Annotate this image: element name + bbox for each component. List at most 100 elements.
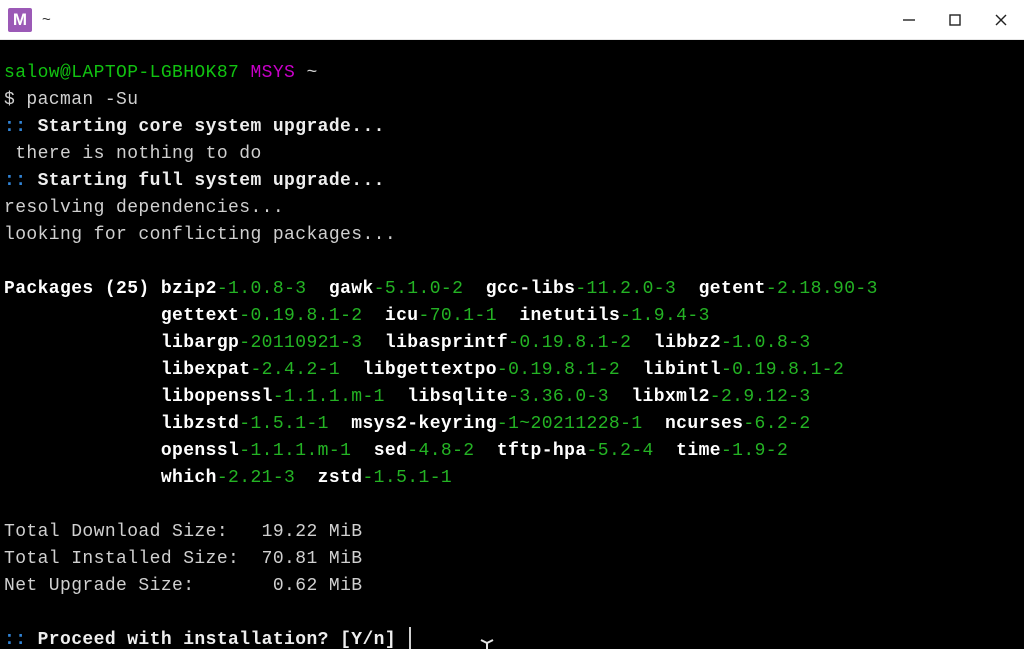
download-label: Total Download Size: [4,522,228,542]
package-name: msys2-keyring [351,414,497,434]
package-name: libargp [161,333,239,353]
package-version: -1.1.1.m-1 [239,441,351,461]
proceed-colon: :: [4,630,26,649]
package-name: libopenssl [161,387,273,407]
total-download-line: Total Download Size: 19.22 MiB [4,519,1020,546]
package-version: -2.4.2-1 [250,360,340,380]
package-version: -5.1.0-2 [374,279,464,299]
package-name: libintl [643,360,721,380]
prompt-line: salow@LAPTOP-LGBHOK87 MSYS ~ [4,60,1020,87]
package-version: -20110921-3 [239,333,362,353]
packages-row: Packages (25) bzip2-1.0.8-3 gawk-5.1.0-2… [4,276,1020,303]
package-name: gawk [329,279,374,299]
core-upgrade-line: :: Starting core system upgrade... [4,114,1020,141]
package-version: -70.1-1 [419,306,497,326]
package-version: -2.21-3 [217,468,295,488]
terminal-cursor [409,627,411,649]
package-version: -2.9.12-3 [710,387,811,407]
minimize-icon [902,13,916,27]
package-version: -1.9.4-3 [620,306,710,326]
package-version: -1.9-2 [721,441,788,461]
package-version: -4.8-2 [407,441,474,461]
maximize-icon [948,13,962,27]
package-name: libzstd [161,414,239,434]
package-version: -1.1.1.m-1 [273,387,385,407]
prompt-userhost: salow@LAPTOP-LGBHOK87 [4,63,239,83]
package-version: -5.2-4 [587,441,654,461]
package-version: -1.0.8-3 [217,279,307,299]
msys2-terminal-window: M ~ salow@LAPTOP-LGBHOK87 MSYS ~ $ pacma… [0,0,1024,649]
package-version: -0.19.8.1-2 [721,360,844,380]
package-name: sed [374,441,408,461]
minimize-button[interactable] [886,0,932,40]
package-name: ncurses [665,414,743,434]
full-upgrade-line: :: Starting full system upgrade... [4,168,1020,195]
installed-label: Total Installed Size: [4,549,239,569]
package-name: libexpat [161,360,251,380]
package-name: bzip2 [161,279,217,299]
package-version: -1~20211228-1 [497,414,643,434]
package-name: tftp-hpa [497,441,587,461]
packages-row: Packages (25) gettext-0.19.8.1-2 icu-70.… [4,303,1020,330]
full-upgrade-msg: Starting full system upgrade... [38,171,385,191]
close-button[interactable] [978,0,1024,40]
prompt-cwd: ~ [306,63,317,83]
installed-value: 70.81 MiB [262,549,363,569]
proceed-prompt-line[interactable]: :: Proceed with installation? [Y/n] [4,627,1020,649]
proceed-options: [Y/n] [340,630,396,649]
package-name: gcc-libs [486,279,576,299]
net-upgrade-line: Net Upgrade Size: 0.62 MiB [4,573,1020,600]
packages-label: Packages [4,279,94,299]
package-name: libgettextpo [362,360,496,380]
package-name: zstd [318,468,363,488]
package-name: inetutils [519,306,620,326]
command-text: pacman -Su [26,90,138,110]
package-name: libxml2 [631,387,709,407]
packages-row: Packages (25) which-2.21-3 zstd-1.5.1-1 [4,465,1020,492]
net-value: 0.62 MiB [262,576,363,596]
packages-row: Packages (25) libzstd-1.5.1-1 msys2-keyr… [4,411,1020,438]
packages-row: Packages (25) libexpat-2.4.2-1 libgettex… [4,357,1020,384]
prompt-env: MSYS [250,63,295,83]
package-version: -1.5.1-1 [362,468,452,488]
package-name: libasprintf [385,333,508,353]
core-upgrade-msg: Starting core system upgrade... [38,117,385,137]
terminal-output[interactable]: salow@LAPTOP-LGBHOK87 MSYS ~ $ pacman -S… [0,40,1024,649]
app-icon: M [8,8,32,32]
close-icon [994,13,1008,27]
conflicting-line: looking for conflicting packages... [4,222,1020,249]
package-name: openssl [161,441,239,461]
package-name: getent [699,279,766,299]
nothing-to-do-line: there is nothing to do [4,141,1020,168]
net-label: Net Upgrade Size: [4,576,194,596]
package-name: time [676,441,721,461]
prompt-symbol: $ [4,90,15,110]
packages-row: Packages (25) libargp-20110921-3 libaspr… [4,330,1020,357]
download-value: 19.22 MiB [262,522,363,542]
package-version: -0.19.8.1-2 [497,360,620,380]
resolving-line: resolving dependencies... [4,195,1020,222]
package-name: gettext [161,306,239,326]
packages-row: Packages (25) libopenssl-1.1.1.m-1 libsq… [4,384,1020,411]
package-version: -11.2.0-3 [575,279,676,299]
total-installed-line: Total Installed Size: 70.81 MiB [4,546,1020,573]
package-name: libbz2 [654,333,721,353]
package-version: -1.5.1-1 [239,414,329,434]
package-version: -2.18.90-3 [766,279,878,299]
packages-count: (25) [105,279,150,299]
proceed-text: Proceed with installation? [38,630,329,649]
package-name: icu [385,306,419,326]
package-version: -0.19.8.1-2 [508,333,631,353]
package-version: -3.36.0-3 [508,387,609,407]
package-name: which [161,468,217,488]
package-version: -6.2-2 [743,414,810,434]
packages-block: Packages (25) bzip2-1.0.8-3 gawk-5.1.0-2… [4,276,1020,492]
window-title: ~ [42,11,51,28]
package-version: -1.0.8-3 [721,333,811,353]
maximize-button[interactable] [932,0,978,40]
packages-row: Packages (25) openssl-1.1.1.m-1 sed-4.8-… [4,438,1020,465]
command-line: $ pacman -Su [4,87,1020,114]
window-titlebar[interactable]: M ~ [0,0,1024,40]
package-version: -0.19.8.1-2 [239,306,362,326]
package-name: libsqlite [407,387,508,407]
